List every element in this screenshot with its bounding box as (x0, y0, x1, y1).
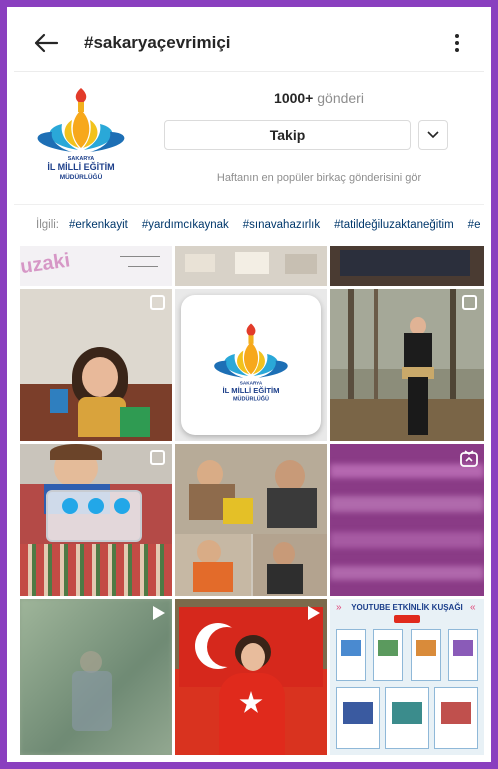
logo-line-3: MÜDÜRLÜĞÜ (60, 172, 103, 181)
top-posts-hint: Haftanın en popüler birkaç gönderisini g… (216, 172, 422, 184)
related-tag[interactable]: #tatildeğiluzaktaneğitim (334, 219, 454, 231)
post-count: 1000+ gönderi (164, 90, 474, 106)
chevron-down-icon (427, 131, 439, 139)
related-label: İlgili: (36, 218, 60, 231)
lotus-logo: SAKARYA İL MİLLİ EĞİTİM MÜDÜRLÜĞÜ (31, 87, 131, 187)
suggestions-dropdown-button[interactable] (418, 120, 448, 150)
related-tag[interactable]: #sınavahazırlık (243, 219, 320, 231)
related-tag[interactable]: #erkenkayit (69, 219, 128, 231)
post-thumbnail[interactable] (20, 444, 172, 596)
post-thumbnail[interactable] (175, 444, 327, 596)
posts-grid: uzaki SAKARYA İL MİLLİ EĞİTİM MÜDÜRLÜĞÜ … (20, 246, 484, 755)
back-button[interactable] (28, 25, 64, 61)
logo-line-2: İL MİLLİ EĞİTİM (223, 386, 280, 395)
multiple-posts-icon (150, 295, 166, 316)
post-count-label: gönderi (317, 90, 364, 106)
post-thumbnail[interactable]: SAKARYA İL MİLLİ EĞİTİM MÜDÜRLÜĞÜ (175, 289, 327, 441)
hashtag-title: #sakaryaçevrimiçi (84, 32, 231, 52)
top-bar: #sakaryaçevrimiçi (14, 14, 484, 72)
post-thumbnail[interactable] (330, 289, 484, 441)
more-options-button[interactable] (442, 25, 472, 61)
post-thumbnail[interactable] (20, 599, 172, 755)
vertical-dots-icon (455, 33, 459, 52)
video-icon (150, 605, 166, 626)
post-thumbnail[interactable] (175, 246, 327, 286)
post-count-value: 1000+ (274, 90, 314, 106)
related-tag[interactable]: #yardımcıkaynak (142, 219, 229, 231)
arrow-left-icon (34, 33, 59, 52)
logo-line-2: İL MİLLİ EĞİTİM (47, 161, 114, 172)
hashtag-profile: SAKARYA İL MİLLİ EĞİTİM MÜDÜRLÜĞÜ 1000+ … (14, 72, 484, 204)
related-tag[interactable]: #e (468, 219, 481, 231)
logo-line-1: SAKARYA (240, 380, 263, 385)
phone-screen: #sakaryaçevrimiçi SAKARYA İL MİLLİ EĞİTİ… (14, 14, 484, 755)
related-hashtags-bar: İlgili: #erkenkayit #yardımcıkaynak #sın… (14, 204, 484, 244)
post-thumbnail[interactable] (20, 289, 172, 441)
post-thumbnail[interactable] (175, 599, 327, 755)
video-icon (305, 605, 321, 626)
post-thumbnail[interactable] (330, 246, 484, 286)
hashtag-avatar: SAKARYA İL MİLLİ EĞİTİM MÜDÜRLÜĞÜ (22, 86, 140, 188)
logo-line-3: MÜDÜRLÜĞÜ (233, 395, 269, 403)
post-thumbnail[interactable]: YOUTUBE ETKİNLİK KUŞAĞI » « (330, 599, 484, 755)
multiple-posts-icon (462, 295, 478, 316)
igtv-icon (460, 450, 478, 473)
follow-button[interactable]: Takip (164, 120, 411, 150)
lotus-logo: SAKARYA İL MİLLİ EĞİTİM MÜDÜRLÜĞÜ (214, 323, 288, 403)
post-thumbnail[interactable] (330, 444, 484, 596)
post-thumbnail[interactable]: uzaki (20, 246, 172, 286)
multiple-posts-icon (150, 450, 166, 471)
youtube-title: YOUTUBE ETKİNLİK KUŞAĞI (351, 603, 463, 612)
